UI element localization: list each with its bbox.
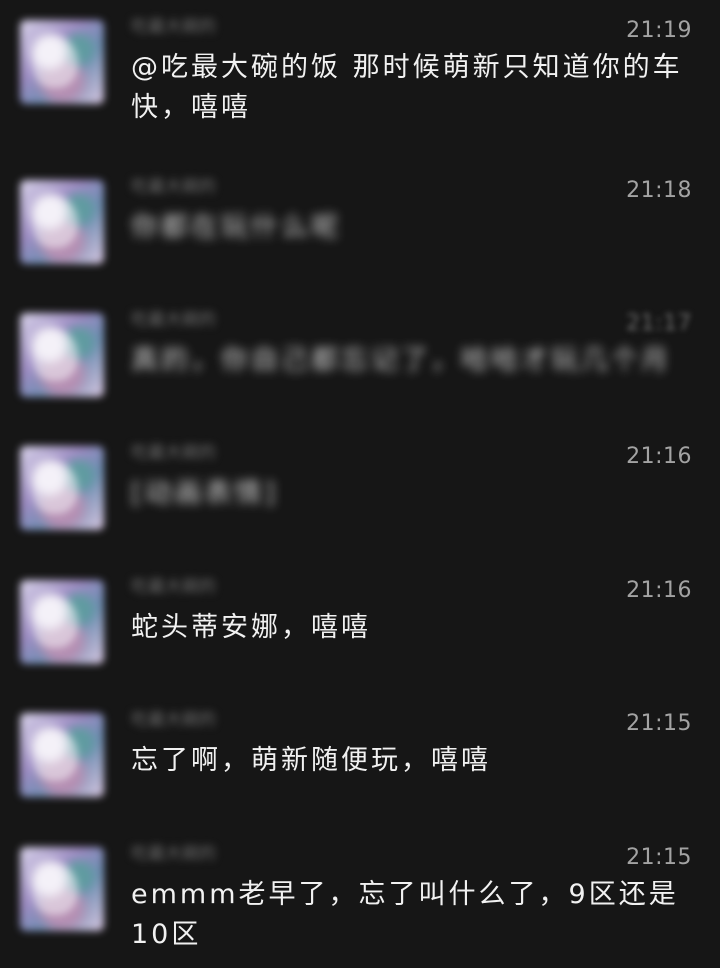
- chat-message[interactable]: 吃最大碗的 21:16 蛇头蒂安娜，嘻嘻: [0, 560, 720, 693]
- message-text: @吃最大碗的饭 那时候萌新只知道你的车快，嘻嘻: [131, 52, 683, 123]
- sender-name: 吃最大碗的: [131, 177, 216, 197]
- sender-name: 吃最大碗的: [131, 577, 216, 597]
- sender-name: 吃最大碗的: [131, 443, 216, 463]
- avatar[interactable]: [20, 180, 104, 264]
- chat-message[interactable]: 吃最大碗的 21:16 [动画表情]: [0, 426, 720, 559]
- avatar[interactable]: [20, 713, 104, 797]
- message-text: [动画表情]: [131, 478, 279, 509]
- message-text: 忘了啊，萌新随便玩，嘻嘻: [131, 745, 491, 776]
- chat-message[interactable]: 吃最大碗的 21:19 @吃最大碗的饭 那时候萌新只知道你的车快，嘻嘻: [0, 0, 720, 133]
- message-text: emmm老早了，忘了叫什么了，9区还是10区: [131, 879, 679, 950]
- message-time: 21:17: [626, 311, 692, 336]
- chat-message-list: 吃最大碗的 21:19 @吃最大碗的饭 那时候萌新只知道你的车快，嘻嘻 吃最大碗…: [0, 0, 720, 968]
- chat-message[interactable]: 吃最大碗的 21:18 你都在玩什么呢: [0, 160, 720, 293]
- sender-name: 吃最大碗的: [131, 17, 216, 37]
- avatar[interactable]: [20, 20, 104, 104]
- message-time: 21:16: [626, 578, 692, 603]
- avatar[interactable]: [20, 446, 104, 530]
- sender-name: 吃最大碗的: [131, 844, 216, 864]
- message-time: 21:16: [626, 444, 692, 469]
- sender-name: 吃最大碗的: [131, 310, 216, 330]
- message-time: 21:18: [626, 178, 692, 203]
- message-time: 21:15: [626, 711, 692, 736]
- chat-message[interactable]: 吃最大碗的 21:15 忘了啊，萌新随便玩，嘻嘻: [0, 693, 720, 826]
- message-text: 真的，你自己都忘记了，哈哈才玩几个月: [131, 345, 671, 376]
- sender-name: 吃最大碗的: [131, 710, 216, 730]
- avatar[interactable]: [20, 580, 104, 664]
- message-text: 你都在玩什么呢: [131, 212, 341, 243]
- chat-message[interactable]: 吃最大碗的 21:15 emmm老早了，忘了叫什么了，9区还是10区: [0, 827, 720, 960]
- message-time: 21:19: [626, 18, 692, 43]
- avatar[interactable]: [20, 313, 104, 397]
- avatar[interactable]: [20, 847, 104, 931]
- message-time: 21:15: [626, 845, 692, 870]
- message-text: 蛇头蒂安娜，嘻嘻: [131, 612, 371, 643]
- chat-message[interactable]: 吃最大碗的 21:17 真的，你自己都忘记了，哈哈才玩几个月: [0, 293, 720, 426]
